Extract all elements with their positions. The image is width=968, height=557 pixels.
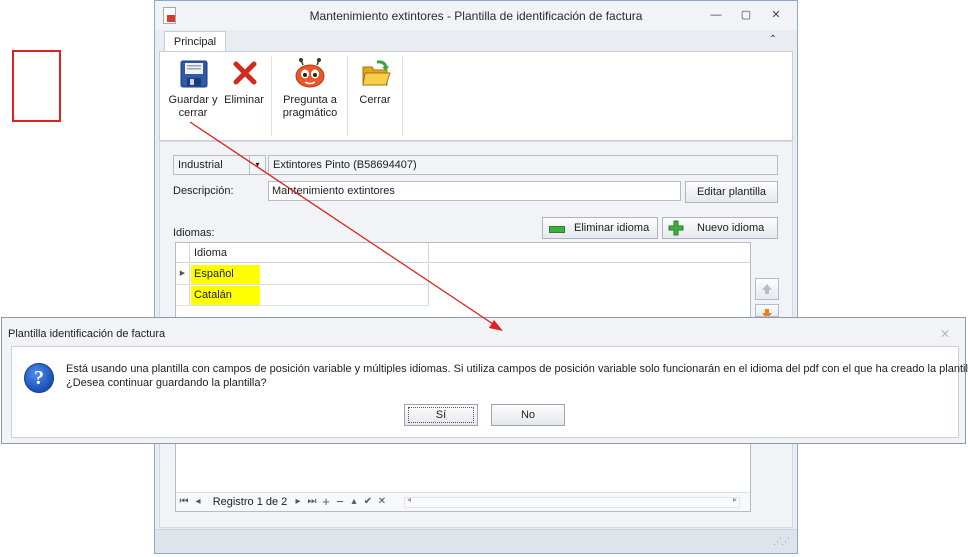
dialog-message-line-2: ¿Desea continuar guardando la plantilla? bbox=[66, 377, 267, 389]
append-record-icon[interactable]: + bbox=[320, 493, 332, 511]
table-cell[interactable]: Catalán bbox=[190, 285, 429, 305]
edit-record-icon[interactable]: ▴ bbox=[348, 493, 360, 511]
resize-grip-icon[interactable]: ⋰⋰ bbox=[773, 536, 790, 548]
status-bar: ⋰⋰ bbox=[155, 529, 797, 553]
row-indicator-icon: ▶ bbox=[176, 264, 190, 284]
yes-button[interactable]: Sí bbox=[404, 404, 478, 426]
ribbon-collapse-icon[interactable]: ⌃ bbox=[765, 34, 781, 48]
arrow-down-icon bbox=[762, 309, 772, 316]
new-language-button[interactable]: Nuevo idioma bbox=[662, 217, 778, 239]
minus-icon bbox=[549, 226, 565, 233]
restore-button[interactable]: ▢ bbox=[735, 7, 757, 23]
horizontal-scrollbar[interactable]: ◂ ▸ bbox=[404, 495, 740, 508]
edit-template-button[interactable]: Editar plantilla bbox=[685, 181, 778, 203]
close-button[interactable]: ✕ bbox=[765, 7, 787, 23]
folder-open-icon bbox=[362, 60, 391, 86]
yes-label: Sí bbox=[408, 407, 474, 423]
table-row[interactable]: Catalán bbox=[176, 285, 429, 306]
minimize-button[interactable]: — bbox=[705, 7, 727, 23]
table-cell[interactable]: Español bbox=[190, 264, 429, 284]
grid-corner bbox=[176, 243, 190, 263]
close-window-label: Cerrar bbox=[359, 94, 391, 106]
language-name: Catalán bbox=[191, 286, 260, 305]
description-label: Descripción: bbox=[173, 185, 234, 197]
dialog-body: ? Está usando una plantilla con campos d… bbox=[11, 346, 968, 438]
language-name: Español bbox=[191, 265, 260, 284]
save-and-close-label: Guardar y cerrar bbox=[168, 94, 218, 119]
red-x-icon bbox=[233, 61, 257, 85]
arrow-up-icon bbox=[762, 284, 772, 294]
ribbon-separator bbox=[271, 56, 272, 136]
column-header-idioma[interactable]: Idioma bbox=[190, 243, 429, 263]
first-record-icon[interactable]: ⏮ bbox=[178, 493, 190, 511]
confirm-dialog: Plantilla identificación de factura ✕ ? … bbox=[1, 317, 968, 444]
description-input[interactable]: Mantenimiento extintores bbox=[268, 181, 681, 201]
row-indicator bbox=[176, 285, 190, 305]
record-counter: Registro 1 de 2 bbox=[212, 496, 288, 508]
category-value: Industrial bbox=[178, 159, 223, 171]
post-edit-icon[interactable]: ✔ bbox=[362, 493, 374, 511]
ask-pragmatico-label: Pregunta a pragmático bbox=[282, 94, 338, 119]
delete-button[interactable]: Eliminar bbox=[220, 52, 268, 140]
save-and-close-button[interactable]: Guardar y cerrar bbox=[168, 52, 218, 140]
ribbon-panel: Guardar y cerrar Eliminar Pregunta a pra… bbox=[159, 51, 793, 141]
scroll-left-icon[interactable]: ◂ bbox=[407, 495, 411, 504]
category-combo[interactable]: Industrial ▾ bbox=[173, 155, 266, 175]
grid-header-filler bbox=[429, 243, 750, 263]
ribbon-tab-strip: Principal ⌃ bbox=[155, 30, 797, 52]
languages-label: Idiomas: bbox=[173, 227, 215, 239]
remove-language-button[interactable]: Eliminar idioma bbox=[542, 217, 658, 239]
remove-language-label: Eliminar idioma bbox=[574, 222, 650, 234]
robot-mascot-icon bbox=[295, 58, 325, 88]
next-record-icon[interactable]: ▸ bbox=[292, 493, 304, 511]
no-button[interactable]: No bbox=[491, 404, 565, 426]
dropdown-arrow-icon[interactable]: ▾ bbox=[249, 156, 265, 174]
previous-record-icon[interactable]: ◂ bbox=[192, 493, 204, 511]
ribbon-separator bbox=[402, 56, 403, 136]
close-window-button[interactable]: Cerrar bbox=[350, 52, 400, 140]
delete-record-icon[interactable]: − bbox=[334, 493, 346, 511]
window-title: Mantenimiento extintores - Plantilla de … bbox=[309, 9, 643, 23]
dialog-close-icon[interactable]: ✕ bbox=[938, 327, 952, 341]
move-up-button[interactable] bbox=[755, 278, 779, 300]
cancel-edit-icon[interactable]: ✕ bbox=[376, 493, 388, 511]
table-row[interactable]: ▶ Español bbox=[176, 264, 429, 285]
ask-pragmatico-button[interactable]: Pregunta a pragmático bbox=[274, 52, 346, 140]
question-icon: ? bbox=[24, 363, 54, 393]
delete-label: Eliminar bbox=[224, 94, 264, 106]
dialog-message-line-1: Está usando una plantilla con campos de … bbox=[66, 363, 968, 375]
company-field: Extintores Pinto (B58694407) bbox=[268, 155, 778, 175]
last-record-icon[interactable]: ⏭ bbox=[306, 493, 318, 511]
ribbon-separator bbox=[347, 56, 348, 136]
highlight-annotation bbox=[12, 50, 61, 122]
new-language-label: Nuevo idioma bbox=[697, 222, 765, 234]
plus-icon bbox=[668, 220, 684, 236]
move-down-button[interactable] bbox=[755, 304, 779, 317]
floppy-disk-icon bbox=[180, 60, 208, 88]
title-bar: Mantenimiento extintores - Plantilla de … bbox=[155, 1, 797, 30]
scroll-right-icon[interactable]: ▸ bbox=[733, 495, 737, 504]
dialog-title: Plantilla identificación de factura bbox=[8, 328, 166, 340]
grid-navigator: ⏮ ◂ Registro 1 de 2 ▸ ⏭ + − ▴ ✔ ✕ ◂ ▸ bbox=[176, 492, 750, 511]
tab-principal[interactable]: Principal bbox=[164, 31, 226, 52]
